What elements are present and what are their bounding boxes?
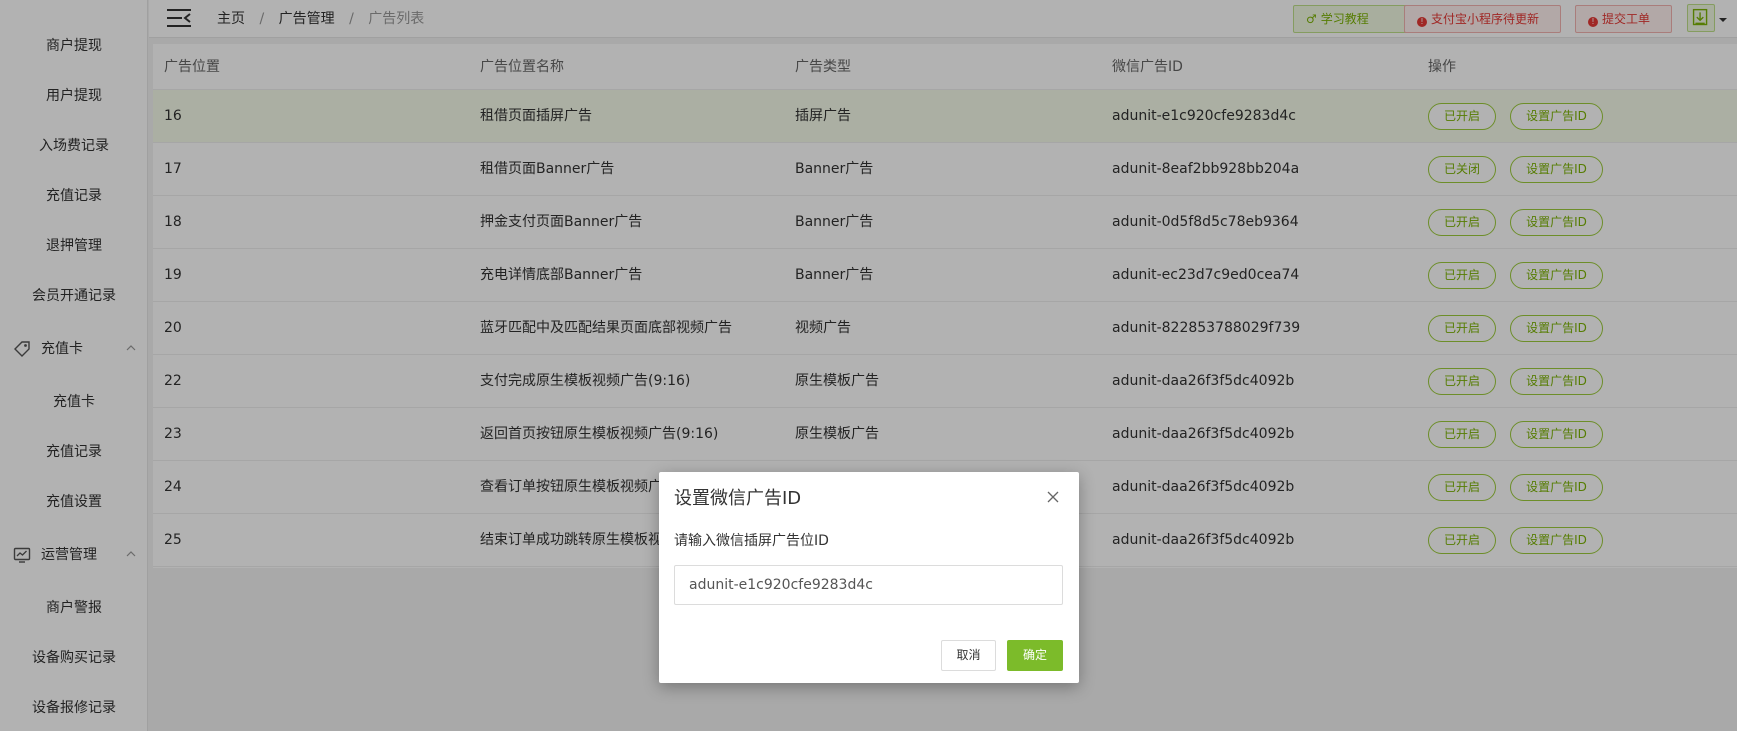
dialog-title: 设置微信广告ID xyxy=(674,488,802,509)
set-ad-id-dialog: 设置微信广告ID 请输入微信插屏广告位ID 取消 确定 xyxy=(659,472,1079,683)
dialog-prompt-label: 请输入微信插屏广告位ID xyxy=(674,533,829,549)
confirm-button[interactable]: 确定 xyxy=(1007,640,1063,671)
close-icon[interactable] xyxy=(1046,490,1060,504)
ad-id-input[interactable] xyxy=(674,565,1063,605)
cancel-button[interactable]: 取消 xyxy=(941,640,996,671)
